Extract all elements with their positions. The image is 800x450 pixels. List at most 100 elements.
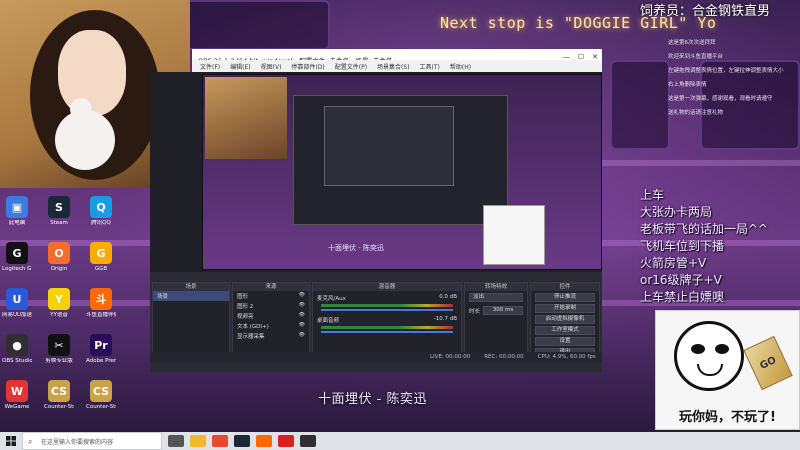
rule-line: 大张办卡两局	[640, 205, 713, 219]
obs-menu-item[interactable]: 帮助(H)	[450, 62, 471, 71]
mixer-channel-header: 桌面音频 -10.7 dB	[317, 316, 457, 324]
app-icon: CS	[90, 380, 112, 402]
mixer-channel: 桌面音频 -10.7 dB	[313, 313, 461, 333]
control-button[interactable]: 设置	[535, 337, 595, 346]
obs-menu-item[interactable]: 文件(F)	[200, 62, 220, 71]
desktop-icon[interactable]: G Logitech G HUB	[2, 242, 32, 273]
app-icon: ▣	[6, 196, 28, 218]
chat-line: 送礼物的话请注意礼物	[668, 110, 724, 116]
scene-item[interactable]: 场景	[153, 291, 229, 301]
app-icon: Pr	[90, 334, 112, 356]
visibility-icon[interactable]: 👁	[299, 312, 305, 320]
visibility-icon[interactable]: 👁	[299, 322, 305, 330]
mixer-channel-name: 麦克风/Aux	[317, 296, 346, 302]
transition-select[interactable]: 淡出	[469, 293, 523, 302]
task-view-icon[interactable]	[168, 435, 184, 447]
nested-preview	[293, 95, 508, 225]
desktop-icon-label: Origin	[50, 266, 68, 272]
control-button[interactable]: 工作室模式	[535, 326, 595, 335]
taskbar-search[interactable]: ⌕ 在这里输入你要搜索的内容	[22, 432, 162, 450]
preview-song: 十面埋伏 - 陈奕迅	[328, 244, 384, 252]
desktop-icon[interactable]: Q 腾讯QQ	[86, 196, 116, 227]
app-icon: ●	[6, 334, 28, 356]
source-name: 显示器采集	[237, 334, 265, 340]
desktop-icon[interactable]: ✂ 剪映专业版	[44, 334, 74, 365]
netease-music-icon[interactable]	[278, 435, 294, 447]
desktop-icon[interactable]: W WeGame	[2, 380, 32, 411]
obs-statusbar: LIVE: 00:00:00 REC: 00:00:00 CPU: 4.9%, …	[150, 352, 602, 362]
volume-meter	[321, 326, 453, 329]
desktop-icon-label: 此电脑	[8, 220, 26, 226]
mixer-dock-title: 混音器	[313, 283, 461, 291]
desktop-icon-label: Adobe Premiere	[86, 358, 116, 364]
source-item[interactable]: 显示器采集 👁	[233, 331, 309, 341]
desktop-icon[interactable]: U 网易UU加速器	[2, 288, 32, 319]
file-explorer-icon[interactable]	[190, 435, 206, 447]
desktop-icon-label: Counter-Strike Global Off...	[44, 404, 74, 410]
desktop-icon[interactable]: ● OBS Studio	[2, 334, 32, 365]
desktop-icon[interactable]: 斗斗鱼直播伴侣	[86, 288, 116, 319]
windows-start-icon[interactable]	[0, 432, 22, 450]
source-name: 图形 2	[237, 304, 254, 310]
obs-menu-item[interactable]: 场景集合(S)	[377, 62, 410, 71]
app-icon: S	[48, 196, 70, 218]
visibility-icon[interactable]: 👁	[299, 292, 305, 300]
desktop-icon-label: YY语音	[50, 312, 68, 318]
desktop-icon[interactable]: S Steam	[44, 196, 74, 227]
chrome-icon[interactable]	[212, 435, 228, 447]
scenes-dock-title: 场景	[153, 283, 229, 291]
volume-slider[interactable]	[321, 309, 453, 311]
desktop-icon[interactable]: O Origin	[44, 242, 74, 273]
app-icon: G	[6, 242, 28, 264]
desktop-icon[interactable]: G GGB	[86, 242, 116, 273]
desktop-icon[interactable]: ▣ 此电脑	[2, 196, 32, 227]
mixer-channel-name: 桌面音频	[317, 318, 340, 324]
desktop-icon-label: 网易UU加速器	[2, 312, 32, 318]
visibility-icon[interactable]: 👁	[299, 332, 305, 340]
duration-label: 时长	[469, 308, 481, 315]
obs-preview[interactable]: 十面埋伏 - 陈奕迅	[202, 74, 602, 270]
obs-menu-item[interactable]: 编辑(E)	[230, 62, 250, 71]
rule-line: 上车	[640, 188, 665, 202]
app-icon: Q	[90, 196, 112, 218]
sources-dock: 来源 图形👁图形 2👁视频亮👁文本 (GDI+)👁显示器采集👁 +−⚙∧∨	[232, 282, 310, 360]
control-button[interactable]: 开始录制	[535, 304, 595, 313]
control-button[interactable]: 停止推流	[535, 293, 595, 302]
go-card: GO	[743, 335, 793, 391]
steam-icon[interactable]	[234, 435, 250, 447]
duration-input[interactable]: 300 ms	[483, 306, 523, 315]
source-item[interactable]: 文本 (GDI+) 👁	[233, 321, 309, 331]
douyu-icon[interactable]	[256, 435, 272, 447]
obs-menu-item[interactable]: 停靠部件(D)	[291, 62, 324, 71]
desktop-icon[interactable]: CS Counter-Strike Global Off...	[86, 380, 116, 411]
taskbar: ⌕ 在这里输入你要搜索的内容	[0, 432, 800, 450]
volume-slider[interactable]	[321, 331, 453, 333]
control-button[interactable]: 启动虚拟摄像机	[535, 315, 595, 324]
obs-menu-item[interactable]: 视图(V)	[261, 62, 282, 71]
desktop-icon-label: Logitech G HUB	[2, 266, 32, 272]
app-icon: O	[48, 242, 70, 264]
live-status: LIVE: 00:00:00	[430, 354, 471, 360]
obs-icon[interactable]	[300, 435, 316, 447]
desktop-icon-label: 斗鱼直播伴侣	[86, 312, 116, 318]
desktop-icon[interactable]: CS Counter-Strike Global Off...	[44, 380, 74, 411]
chat-line: 右上角删除表情	[668, 82, 707, 88]
desktop-icon-label: Steam	[50, 220, 68, 226]
visibility-icon[interactable]: 👁	[299, 302, 305, 310]
desktop-icons: ▣ 此电脑 S Steam Q 腾讯QQ G Logitech G HUB O Origin G GG…	[2, 188, 132, 428]
source-item[interactable]: 图形 2 👁	[233, 301, 309, 311]
obs-menu-item[interactable]: 配置文件(P)	[335, 62, 367, 71]
source-item[interactable]: 图形 👁	[233, 291, 309, 301]
obs-menu-item[interactable]: 工具(T)	[420, 62, 440, 71]
desktop-icon-label: GGB	[94, 266, 108, 272]
desktop-icon[interactable]: Pr Adobe Premiere	[86, 334, 116, 365]
nested-preview-inner	[324, 106, 454, 186]
mixer-dock: 混音器 麦克风/Aux 0.0 dB 桌面音频 -10.7 dB	[312, 282, 462, 360]
meme-image: GO 玩你妈，不玩了!	[655, 310, 800, 430]
volume-meter	[321, 304, 453, 307]
scenes-dock: 场景 场景 +−∧∨	[152, 282, 230, 360]
panda-face-icon	[674, 321, 744, 391]
sources-dock-title: 来源	[233, 283, 309, 291]
desktop-icon[interactable]: Y YY语音	[44, 288, 74, 319]
source-item[interactable]: 视频亮 👁	[233, 311, 309, 321]
